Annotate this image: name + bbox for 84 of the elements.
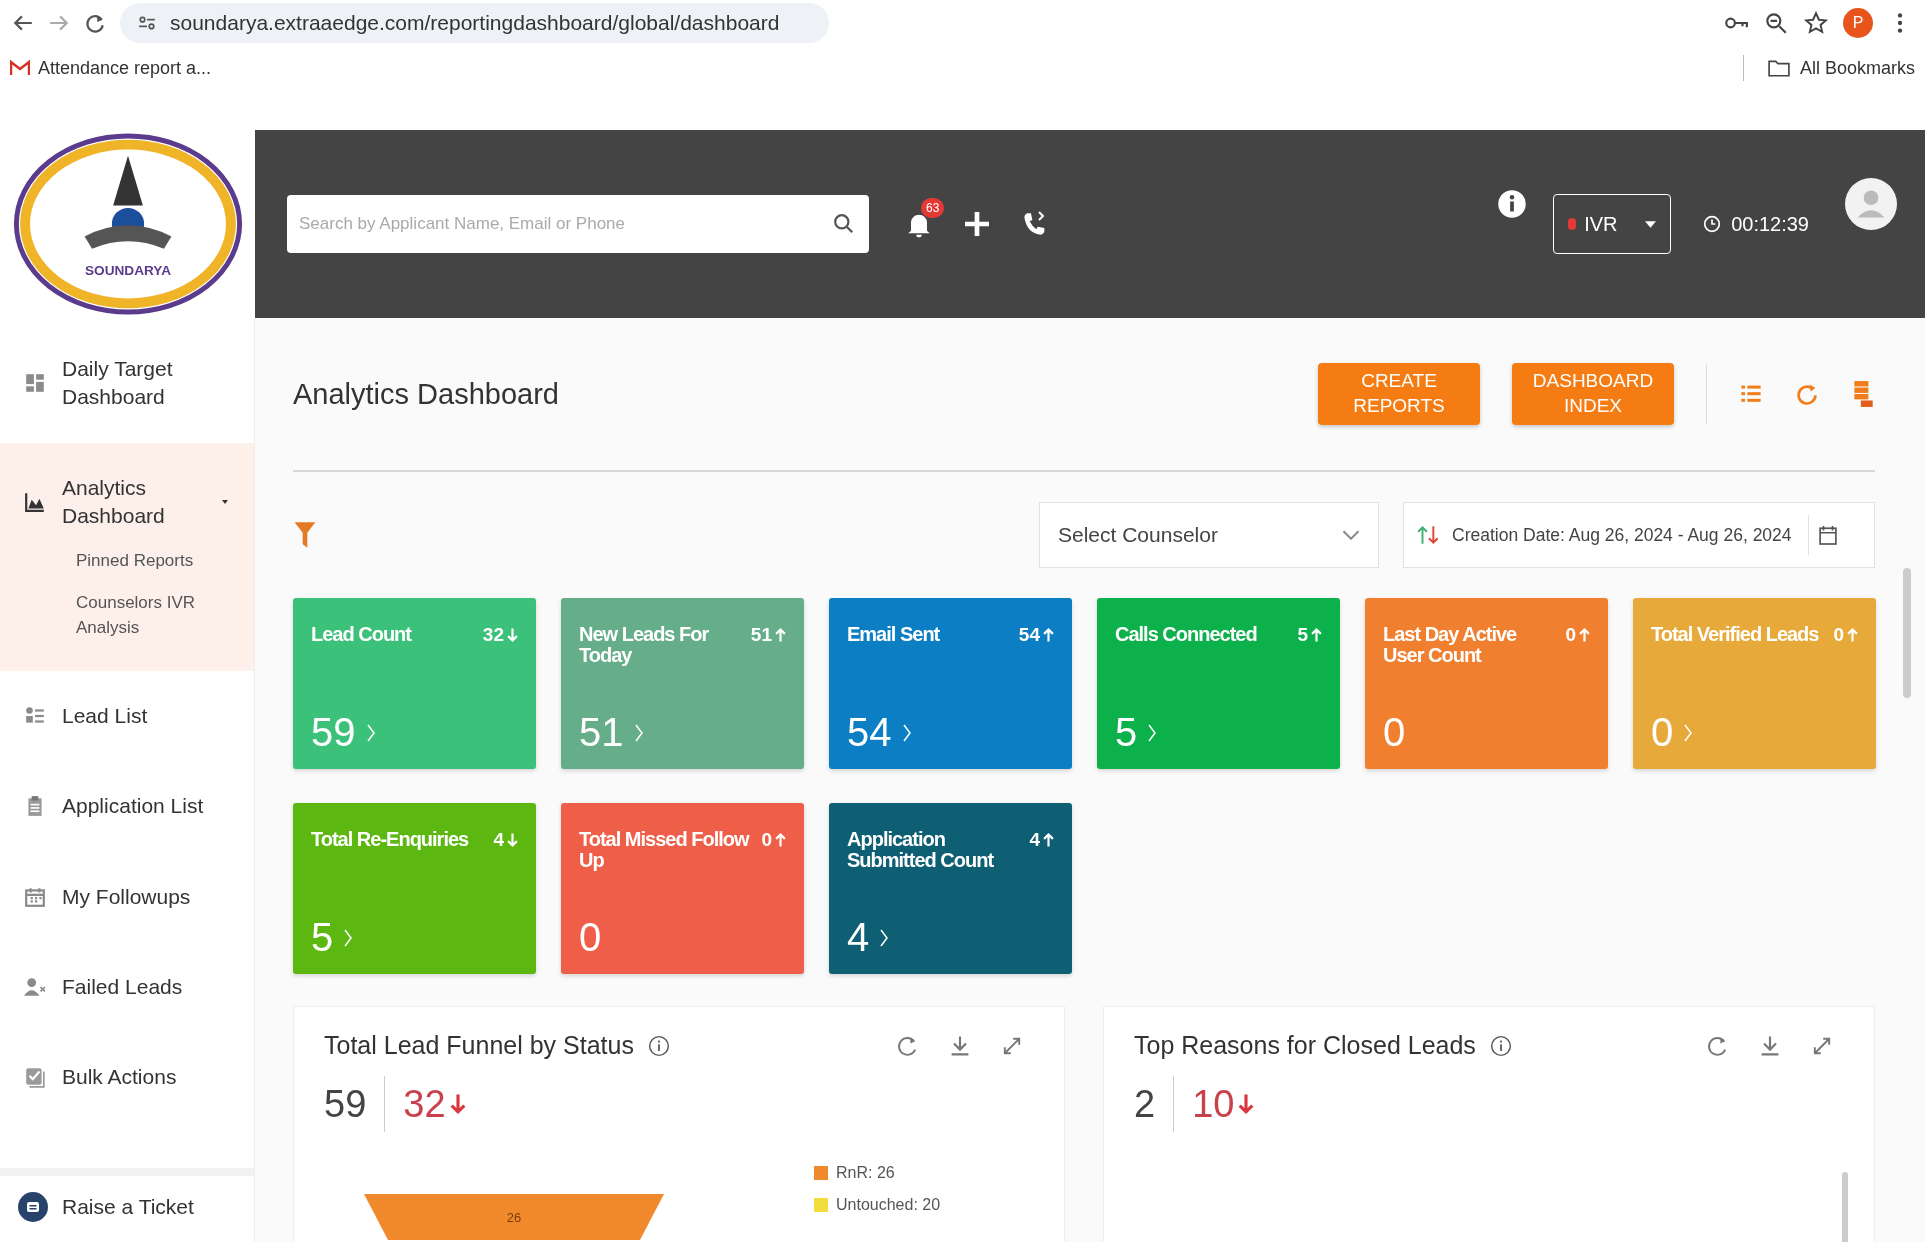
filter-icon[interactable]	[293, 520, 317, 550]
card-title: Total Re-Enquiries	[311, 829, 470, 850]
scrollbar[interactable]	[1903, 568, 1911, 698]
sidebar-item[interactable]: Failed Leads	[10, 941, 244, 1033]
card-title: Last Day Active User Count	[1383, 624, 1518, 666]
call-timer: 00:12:39	[1731, 212, 1809, 236]
card-value: 51	[579, 710, 624, 755]
card-title: Application Submitted Count	[847, 829, 995, 871]
caret-icon	[1645, 220, 1657, 228]
card-change: 5	[1297, 624, 1322, 646]
counselor-dropdown[interactable]: Select Counselor	[1039, 502, 1379, 568]
ticket-icon	[18, 1192, 48, 1222]
mail-icon	[10, 60, 30, 76]
caret-icon	[220, 499, 230, 506]
info-icon	[1489, 1034, 1512, 1057]
card-value: 59	[311, 710, 356, 755]
card-value: 0	[1651, 710, 1674, 755]
change-count: 32	[403, 1082, 466, 1126]
card-title: New Leads For Today	[579, 624, 710, 666]
sidebar-item[interactable]: Lead List	[10, 670, 244, 762]
legend-label: Untouched: 20	[836, 1196, 941, 1214]
card-title: Email Sent	[847, 624, 941, 645]
card-value: 5	[1115, 710, 1138, 755]
card-change: 54	[1018, 624, 1054, 646]
user-avatar[interactable]	[1845, 178, 1897, 230]
card-title: Total Missed Follow Up	[579, 829, 751, 871]
calendar-icon[interactable]	[1818, 524, 1837, 546]
card-value: 4	[847, 915, 870, 960]
sidebar-subitem[interactable]: Pinned Reports	[10, 540, 244, 582]
card-change: 0	[1565, 624, 1590, 646]
user-remove-icon	[24, 976, 46, 999]
card-title: Calls Connected	[1115, 624, 1258, 645]
bookmark-link[interactable]: Attendance report a...	[10, 57, 212, 79]
dashboard-grid-icon	[24, 372, 46, 395]
card-change: 32	[482, 624, 518, 646]
sidebar-item[interactable]: My Followups	[10, 851, 244, 942]
sidebar-subitem[interactable]: Counselors IVR Analysis	[10, 581, 244, 671]
sidebar-item[interactable]: Application List	[10, 761, 244, 852]
legend-label: RnR: 26	[836, 1164, 895, 1182]
sidebar-item[interactable]: Bulk Actions	[10, 1032, 244, 1123]
site-settings-icon[interactable]	[138, 14, 156, 32]
calendar-icon	[24, 885, 46, 908]
total-count: 2	[1134, 1082, 1156, 1126]
all-bookmarks-link[interactable]: All Bookmarks	[1767, 57, 1915, 79]
search-icon[interactable]	[833, 213, 855, 235]
metric-card[interactable]: Application Submitted Count 4 4	[829, 803, 1072, 974]
change-count: 10	[1192, 1082, 1255, 1126]
card-title: Lead Count	[311, 624, 413, 645]
metric-card[interactable]: Email Sent 54 54	[829, 598, 1072, 769]
address-bar[interactable]: soundarya.extraaedge.com/reportingdashboard/global/dashboard	[120, 3, 829, 43]
area-chart-icon	[24, 491, 46, 514]
clock-icon	[1703, 215, 1722, 233]
panel-title: Total Lead Funnel by Status	[324, 1031, 634, 1060]
sidebar-item[interactable]: Daily Target Dashboard	[10, 324, 244, 443]
raise-ticket-button[interactable]: Raise a Ticket	[18, 1192, 244, 1222]
total-count: 59	[324, 1082, 367, 1126]
checkbox-icon	[24, 1066, 46, 1089]
info-icon[interactable]	[1497, 189, 1528, 219]
search-field[interactable]: Search by Applicant Name, Email or Phone	[287, 195, 869, 253]
card-change: 0	[761, 829, 786, 851]
funnel-segment: 26	[364, 1194, 664, 1240]
info-icon	[647, 1034, 670, 1057]
date-range-picker[interactable]: Creation Date: Aug 26, 2024 - Aug 26, 2024	[1403, 502, 1875, 568]
panel-title: Top Reasons for Closed Leads	[1134, 1031, 1476, 1060]
ivr-dropdown[interactable]: IVR	[1553, 194, 1672, 254]
folder-icon	[1767, 59, 1790, 77]
profile-avatar[interactable]: P	[1843, 8, 1873, 38]
card-value: 5	[311, 915, 334, 960]
reload-icon[interactable]	[84, 12, 106, 34]
card-change: 51	[750, 624, 786, 646]
card-change: 4	[1029, 829, 1054, 851]
chevron-icon	[1342, 530, 1360, 540]
server-icon[interactable]	[1851, 380, 1875, 408]
card-value: 54	[847, 710, 892, 755]
page-title: Analytics Dashboard	[293, 377, 559, 411]
zoom-icon[interactable]	[1763, 10, 1789, 36]
card-change: 4	[493, 829, 518, 851]
notification-badge: 63	[921, 198, 945, 218]
sidebar-item[interactable]: Analytics Dashboard	[10, 442, 244, 541]
card-value: 0	[1383, 710, 1406, 755]
card-change: 0	[1833, 624, 1858, 646]
star-icon[interactable]	[1803, 10, 1829, 36]
card-title: Total Verified Leads	[1651, 624, 1820, 645]
card-value: 0	[579, 915, 602, 960]
